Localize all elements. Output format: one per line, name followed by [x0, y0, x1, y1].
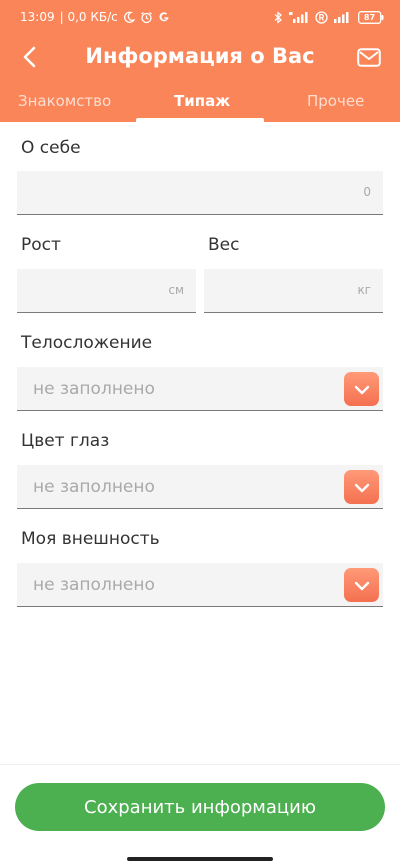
registered-icon: [315, 10, 328, 24]
google-icon: [158, 11, 170, 23]
chevron-down-icon: [354, 576, 370, 595]
about-label: О себе: [21, 138, 81, 158]
page-title: Информация о Вас: [85, 44, 315, 68]
appearance-label: Моя внешность: [21, 529, 160, 549]
status-network-speed: | 0,0 КБ/с: [59, 10, 118, 24]
battery-level: 87: [363, 12, 376, 22]
eye-color-label: Цвет глаз: [21, 431, 110, 451]
alarm-icon: [140, 11, 153, 24]
status-time: 13:09: [20, 10, 55, 24]
status-right: 87: [274, 10, 384, 24]
appearance-dropdown-button[interactable]: [344, 568, 379, 602]
appearance-value: не заполнено: [33, 575, 155, 595]
mail-icon: [357, 47, 381, 71]
status-bar: 13:09 | 0,0 КБ/с 87: [0, 0, 400, 34]
chevron-left-icon: [22, 46, 36, 72]
bluetooth-icon: [274, 10, 283, 24]
weight-input[interactable]: кг: [204, 269, 383, 313]
build-select[interactable]: не заполнено: [17, 367, 383, 411]
tab-bar: Знакомство Типаж Прочее: [0, 86, 400, 122]
active-tab-indicator: [136, 118, 264, 122]
moon-icon: [123, 11, 135, 23]
signal-4g-icon: [289, 11, 309, 23]
build-label: Телосложение: [21, 333, 153, 353]
height-label: Рост: [21, 235, 61, 255]
back-button[interactable]: [12, 42, 46, 76]
about-input[interactable]: 0: [17, 171, 383, 215]
title-bar: Информация о Вас: [0, 36, 400, 82]
height-input[interactable]: см: [17, 269, 196, 313]
battery-icon: 87: [358, 10, 384, 24]
about-char-counter: 0: [363, 185, 371, 199]
eye-color-select[interactable]: не заполнено: [17, 465, 383, 509]
status-left: 13:09 | 0,0 КБ/с: [20, 10, 170, 24]
eye-color-value: не заполнено: [33, 477, 155, 497]
signal-icon: [334, 11, 352, 23]
tab-acquaintance[interactable]: Знакомство: [18, 92, 111, 110]
build-value: не заполнено: [33, 379, 155, 399]
appearance-select[interactable]: не заполнено: [17, 563, 383, 607]
messages-button[interactable]: [352, 42, 386, 76]
height-unit: см: [168, 283, 184, 297]
save-button[interactable]: Сохранить информацию: [15, 783, 385, 831]
chevron-down-icon: [354, 478, 370, 497]
weight-label: Вес: [208, 235, 240, 255]
tab-other[interactable]: Прочее: [307, 92, 364, 110]
build-dropdown-button[interactable]: [344, 372, 379, 406]
app-bar: 13:09 | 0,0 КБ/с 87 Информация о Вас Зна…: [0, 0, 400, 122]
chevron-down-icon: [354, 380, 370, 399]
eye-color-dropdown-button[interactable]: [344, 470, 379, 504]
home-indicator[interactable]: [127, 857, 273, 861]
tab-type[interactable]: Типаж: [174, 92, 230, 110]
bottom-bar: Сохранить информацию: [0, 764, 400, 866]
weight-unit: кг: [357, 283, 371, 297]
